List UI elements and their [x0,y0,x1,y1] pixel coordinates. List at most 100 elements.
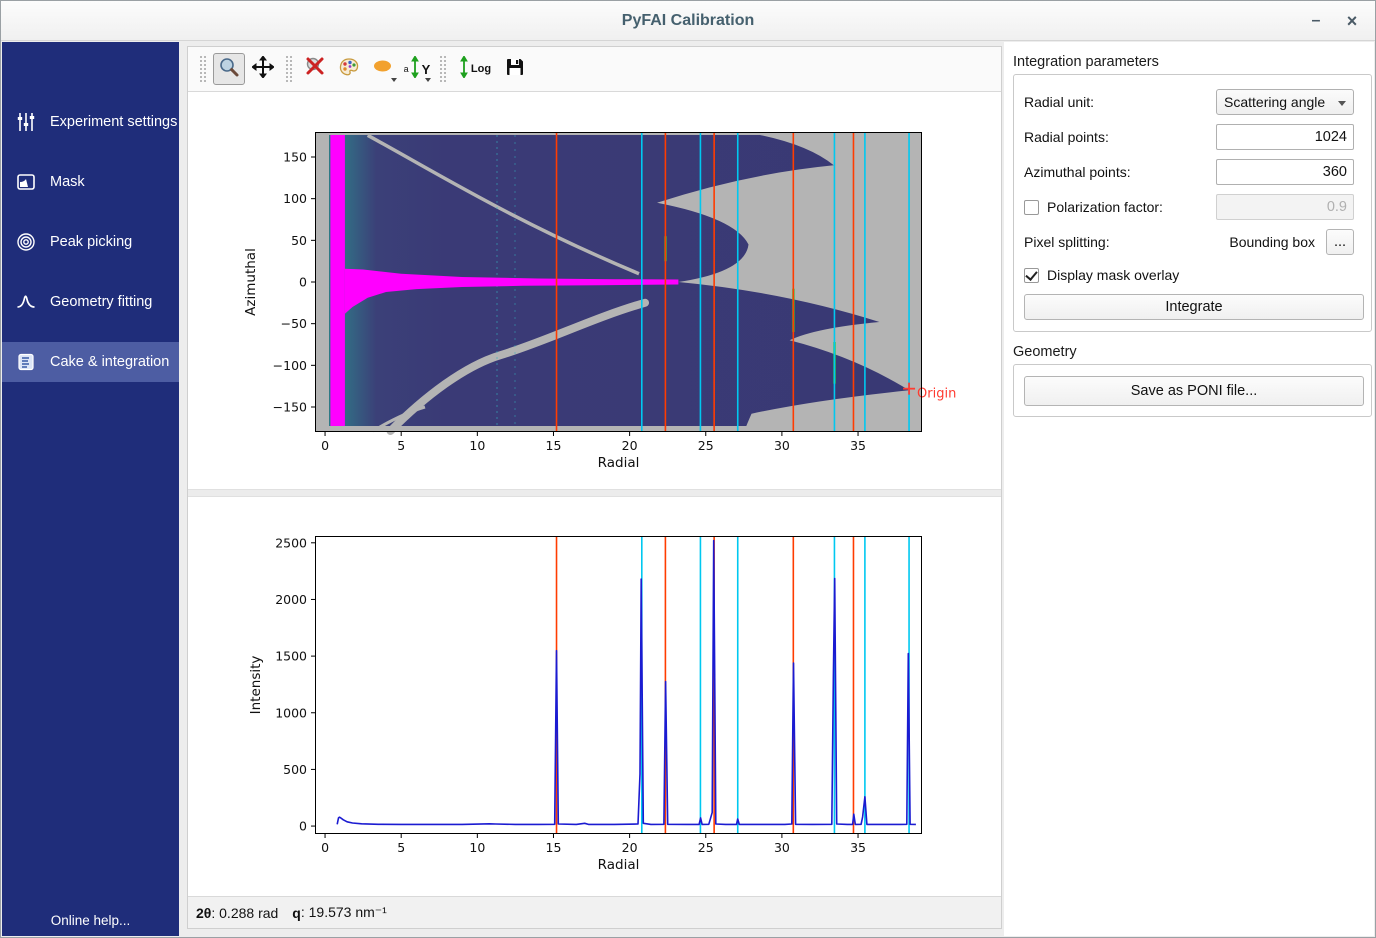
colormap-button[interactable] [333,53,365,85]
polarization-label: Polarization factor: [1047,199,1163,215]
x-tick-label: 25 [698,840,714,855]
radial-points-input[interactable] [1216,124,1354,150]
pixel-splitting-label: Pixel splitting: [1024,234,1110,250]
sidebar-item-label: Cake & integration [50,354,169,370]
sidebar-item-cake-integration[interactable]: Cake & integration [2,342,179,382]
mask-overlay-checkbox[interactable] [1024,268,1039,283]
plot-background [315,536,922,834]
autoscale-y-icon [410,56,420,83]
mask-overlay-label: Display mask overlay [1047,267,1179,283]
integration-parameters-title: Integration parameters [1013,54,1159,70]
y-tick-label: −50 [281,316,307,331]
sidebar-item-peak-picking[interactable]: Peak picking [2,222,179,262]
sidebar-item-experiment-settings[interactable]: Experiment settings [2,102,179,142]
x-tick-label: 35 [850,438,866,453]
x-tick-label: 30 [774,438,790,453]
title-bar: PyFAI Calibration – × [1,1,1375,41]
geometry-title: Geometry [1013,344,1077,360]
y-tick-label: 50 [291,233,307,248]
pan-mode-button[interactable] [247,53,279,85]
cake-list-icon [14,352,38,372]
sidebar-item-label: Experiment settings [50,114,177,130]
integration-plot[interactable]: 0510152025303505001000150020002500Radial… [315,536,922,834]
azimuthal-points-input[interactable] [1216,159,1354,185]
x-tick-label: 25 [698,438,714,453]
radial-unit-row: Radial unit: Scattering angle 2 [1024,89,1361,115]
y-tick-label: 0 [299,819,307,834]
azimuthal-points-label: Azimuthal points: [1024,164,1131,180]
chevron-down-icon [1338,101,1346,106]
window-title: PyFAI Calibration [1,1,1375,41]
sidebar-item-label: Mask [50,174,85,190]
save-poni-button[interactable]: Save as PONI file... [1024,376,1364,406]
azimuthal-points-row: Azimuthal points: [1024,159,1361,185]
autoscale-y-label: Y [422,62,431,77]
status-bar: 2θ: 0.288 rad q: 19.573 nm⁻¹ [188,896,1001,928]
x-tick-label: 20 [622,840,638,855]
x-tick-label: 0 [321,438,329,453]
mask-overlay-row: Display mask overlay [1024,262,1361,288]
save-button[interactable] [499,53,531,85]
peak-curve-icon [14,292,38,312]
pan-icon [252,56,274,83]
sidebar: Experiment settings Mask Peak picking [2,42,179,936]
log-scale-icon [459,56,469,83]
tth-value: : 0.288 rad [211,905,278,921]
zoom-reset-icon [304,56,326,83]
toolbar-drag-handle[interactable] [440,56,446,82]
polarization-checkbox[interactable] [1024,200,1039,215]
tth-label: 2θ [196,905,211,921]
palette-icon [338,56,360,83]
q-value: : 19.573 nm⁻¹ [301,904,387,921]
plot-splitter[interactable] [188,489,1001,497]
x-axis-label: Radial [598,857,640,873]
y-tick-label: 1500 [275,649,307,664]
y-tick-label: −150 [273,400,307,415]
sidebar-item-label: Geometry fitting [50,294,152,310]
radial-points-row: Radial points: [1024,124,1361,150]
y-tick-label: 1000 [275,705,307,720]
mask-tool-button[interactable] [367,53,399,85]
save-icon [504,56,526,83]
radial-unit-value: Scattering angle 2 [1224,94,1328,110]
y-tick-label: 2000 [275,592,307,607]
y-tick-label: −100 [273,358,307,373]
x-tick-label: 35 [850,840,866,855]
zoom-reset-button[interactable] [299,53,331,85]
online-help-link[interactable]: Online help... [2,913,179,928]
x-tick-label: 20 [622,438,638,453]
cake-plot[interactable]: Origin05101520253035−150−100−50050100150… [315,132,922,432]
y-tick-label: 500 [283,762,307,777]
origin-label: Origin [917,387,956,402]
zoom-icon [218,56,240,83]
x-tick-label: 10 [469,840,485,855]
sidebar-item-geometry-fitting[interactable]: Geometry fitting [2,282,179,322]
minimize-button[interactable]: – [1299,1,1333,41]
toolbar-drag-handle[interactable] [286,56,292,82]
radial-unit-dropdown[interactable]: Scattering angle 2 [1216,89,1354,115]
x-tick-label: 0 [321,840,329,855]
app-window: PyFAI Calibration – × Experiment setting… [0,0,1376,938]
zoom-mode-button[interactable] [213,53,245,85]
dropdown-caret-icon [425,78,431,82]
autoscale-y-button[interactable]: a Y [401,53,433,85]
y-tick-label: 2500 [275,535,307,550]
toolbar-drag-handle[interactable] [200,56,206,82]
radial-unit-label: Radial unit: [1024,94,1094,110]
integration-plot-svg[interactable]: 0510152025303505001000150020002500Radial… [315,536,922,834]
log-scale-button[interactable]: Log [453,53,497,85]
close-button[interactable]: × [1335,1,1369,41]
log-label: Log [471,63,491,75]
y-axis-label: Azimuthal [243,248,259,316]
x-tick-label: 15 [546,840,562,855]
integration-parameters-group: Radial unit: Scattering angle 2 Radial p… [1013,74,1372,332]
sidebar-item-mask[interactable]: Mask [2,162,179,202]
x-tick-label: 5 [397,438,405,453]
integrate-button[interactable]: Integrate [1024,294,1364,320]
autoscale-a-label: a [404,64,409,74]
pixel-splitting-more-button[interactable]: ... [1326,229,1354,255]
pixel-splitting-row: Pixel splitting: Bounding box ... [1024,229,1361,255]
x-tick-label: 10 [469,438,485,453]
polarization-input[interactable] [1216,194,1354,220]
cake-plot-svg[interactable]: Origin05101520253035−150−100−50050100150… [315,132,922,432]
